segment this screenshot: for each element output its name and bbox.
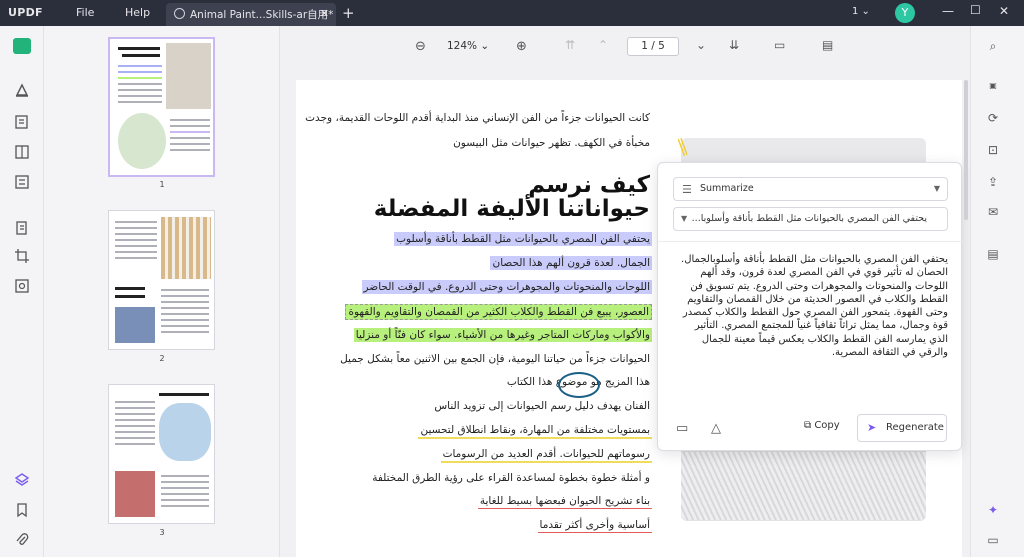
body-line: العصور، يبيع فن القطط والكلاب الكثير من … (345, 304, 652, 320)
selected-text: يحتفي الفن المصري بالحيوانات مثل القطط ب… (691, 213, 927, 224)
intro-line-2: مخبأة في الكهف. تظهر حيوانات مثل البيسون (453, 137, 650, 149)
body-line: يحتفي الفن المصري بالحيوانات مثل القطط ب… (394, 232, 652, 246)
new-tab-button[interactable]: + (342, 4, 355, 22)
mode-dropdown[interactable]: ☰ Summarize ▼ (673, 177, 948, 201)
thumbnail-palette-image (115, 307, 155, 343)
page-thumbnail-1[interactable] (108, 37, 215, 177)
ai-summary-panel: ☰ Summarize ▼ يحتفي الفن المصري بالحيوان… (657, 162, 963, 451)
thumbnail-brushes-image (161, 217, 211, 279)
body-line: بمستويات مختلفة من المهارة، ونقاط انطلاق… (418, 423, 652, 439)
body-line: الجمال. لعدة قرون ألهم هذا الحصان (490, 256, 652, 270)
zoom-level[interactable]: 124% ⌄ (447, 40, 489, 52)
list-icon: ☰ (682, 183, 692, 196)
comment-icon[interactable]: ▭ (676, 421, 688, 436)
body-line: والأكواب وماركات المتاجر وغيرها من الأشي… (353, 328, 652, 342)
comments-list-icon[interactable]: ▭ (985, 532, 1001, 548)
thumbnail-number-3: 3 (159, 528, 165, 537)
regenerate-label: Regenerate (886, 422, 944, 433)
thumbnail-panel: 1 2 3 (44, 26, 280, 557)
regenerate-button[interactable]: ➤ Regenerate (857, 414, 947, 442)
selected-text-dropdown[interactable]: يحتفي الفن المصري بالحيوانات مثل القطط ب… (673, 207, 948, 231)
body-line: الحيوانات جزءاً من حياتنا اليومية، فإن ا… (340, 353, 650, 365)
presentation-icon[interactable]: ▭ (774, 38, 785, 52)
attachment-icon[interactable] (14, 532, 30, 548)
next-page-icon[interactable]: ⌄ (696, 38, 706, 52)
highlight-icon[interactable]: △ (711, 421, 721, 436)
document-tab[interactable]: Animal Paint...Skills-ar自用* ✕ (166, 3, 336, 26)
organize-pages-icon[interactable] (14, 220, 30, 236)
right-tool-bar: ⌕ ▣ ⟳ ⊡ ⇪ ✉ ▤ ✦ ▭ (970, 26, 1024, 557)
body-line: الفنان يهدف دليل رسم الحيوانات إلى تزويد… (434, 400, 650, 412)
page-thumbnail-2[interactable] (108, 210, 215, 350)
crop-tool-icon[interactable] (14, 248, 30, 264)
body-line: و أمثلة خطوة بخطوة لمساعدة القراء على رؤ… (372, 472, 650, 484)
page-number-input[interactable]: 1 / 5 (627, 37, 679, 56)
ai-assistant-icon[interactable]: ✦ (985, 502, 1001, 518)
close-tab-icon[interactable]: ✕ (320, 7, 329, 20)
reading-layout-icon[interactable]: ▤ (822, 38, 833, 52)
convert-icon[interactable]: ⟳ (985, 110, 1001, 126)
body-line: اللوحات والمنحوتات والمجوهرات وحتى الدرو… (361, 280, 652, 294)
last-page-icon[interactable]: ⇊ (729, 38, 739, 52)
chevron-down-icon: ▼ (681, 214, 688, 223)
document-tab-title: Animal Paint...Skills-ar自用* (190, 9, 334, 21)
page-image-sketch (681, 452, 926, 520)
form-tool-icon[interactable] (14, 174, 30, 190)
ocr-icon[interactable]: ▣ (985, 78, 1001, 94)
maximize-button[interactable]: ☐ (970, 3, 981, 17)
window-page-select[interactable]: 1 ⌄ (852, 6, 870, 17)
minimize-button[interactable]: — (942, 4, 954, 18)
copy-icon: ⧉ (804, 420, 812, 431)
protect-icon[interactable] (14, 278, 30, 294)
chevron-down-icon: ▼ (933, 184, 940, 193)
document-tab-icon (174, 8, 185, 19)
body-line: رسوماتهم للحيوانات. أقدم العديد من الرسو… (440, 447, 652, 463)
left-tool-bar (0, 26, 44, 557)
send-icon: ➤ (867, 421, 877, 434)
page-view-icon[interactable] (14, 144, 30, 160)
reader-mode-icon[interactable] (13, 38, 31, 54)
body-line: أساسية وأخرى أكثر تقدما (537, 519, 652, 533)
body-line: بناء تشريح الحيوان فبعضها بسيط للغاية (477, 495, 652, 509)
page-title-line-1: كيف نرسم (528, 172, 650, 198)
panel-divider (658, 241, 963, 242)
page-title-line-2: حيواناتنا الأليفة المفضلة (373, 196, 650, 222)
title-bar: UPDF File Help Animal Paint...Skills-ar自… (0, 0, 1024, 26)
email-icon[interactable]: ✉ (985, 204, 1001, 220)
user-avatar[interactable]: Y (895, 3, 915, 23)
intro-line-1: كانت الحيوانات جزءاً من الفن الإنساني من… (305, 112, 650, 124)
summary-text: يحتفي الفن المصري بالحيوانات مثل القطط ب… (681, 254, 948, 359)
copy-button[interactable]: ⧉ Copy (804, 420, 840, 431)
view-toolbar (280, 26, 970, 66)
close-window-button[interactable]: ✕ (999, 4, 1009, 18)
mode-label: Summarize (700, 183, 754, 194)
layers-icon[interactable] (14, 472, 30, 488)
thumbnail-art-image (118, 113, 166, 169)
thumbnail-number-1: 1 (159, 180, 165, 189)
app-logo: UPDF (8, 6, 43, 19)
thumbnail-paints-image (115, 471, 155, 517)
edit-pdf-icon[interactable] (14, 114, 30, 130)
vertical-scrollbar[interactable] (964, 80, 968, 220)
zoom-out-button[interactable]: ⊖ (415, 39, 426, 54)
bookmark-icon[interactable] (14, 502, 30, 518)
thumbnail-dog-image (166, 43, 211, 109)
menu-file[interactable]: File (76, 6, 94, 19)
zoom-in-button[interactable]: ⊕ (516, 39, 527, 54)
page-thumbnail-3[interactable] (108, 384, 215, 524)
share-icon[interactable]: ⇪ (985, 174, 1001, 190)
thumbnail-number-2: 2 (159, 354, 165, 363)
previous-page-icon[interactable]: ⌃ (598, 38, 608, 52)
search-icon[interactable]: ⌕ (985, 38, 1001, 54)
save-icon[interactable]: ▤ (985, 246, 1001, 262)
thumbnail-watercolor-image (159, 403, 211, 461)
menu-help[interactable]: Help (125, 6, 150, 19)
circle-annotation[interactable] (558, 372, 600, 398)
comment-tool-icon[interactable] (14, 82, 30, 98)
protect-document-icon[interactable]: ⊡ (985, 142, 1001, 158)
first-page-icon[interactable]: ⇈ (565, 38, 575, 52)
